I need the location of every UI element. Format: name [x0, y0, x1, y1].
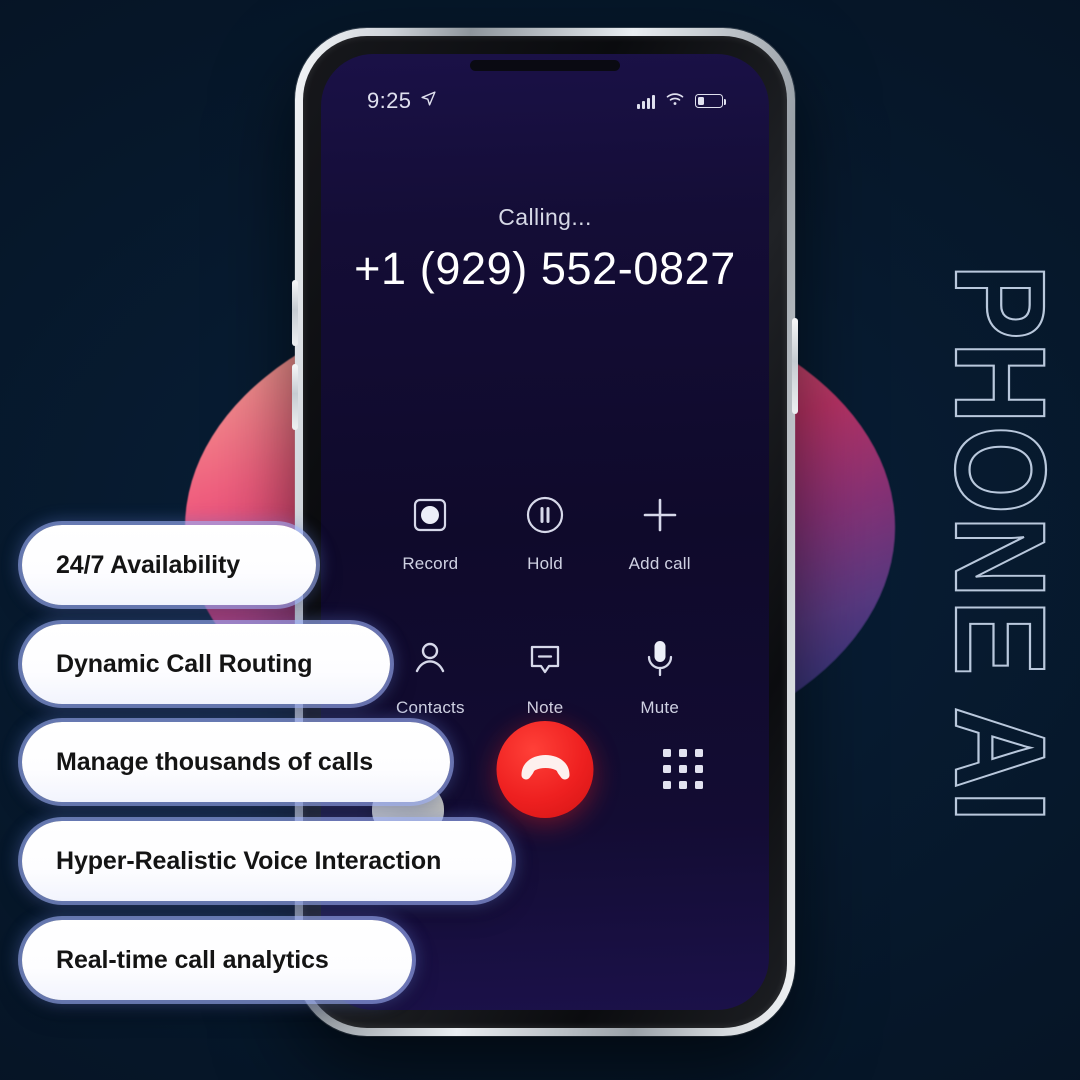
microphone-icon: [640, 636, 680, 682]
call-status-label: Calling...: [498, 204, 592, 230]
action-add-call[interactable]: Add call: [602, 492, 717, 574]
call-actions-row-2: Contacts Note Mute: [373, 636, 717, 718]
record-icon: [410, 492, 450, 538]
status-bar: 9:25: [321, 86, 769, 116]
keypad-dot: [663, 781, 671, 789]
feature-pill-label: Hyper-Realistic Voice Interaction: [56, 846, 442, 875]
volume-down-button[interactable]: [292, 364, 298, 430]
action-contacts[interactable]: Contacts: [373, 636, 488, 718]
location-arrow-icon: [420, 90, 437, 112]
feature-pill[interactable]: Real-time call analytics: [22, 920, 412, 1000]
volume-up-button[interactable]: [292, 280, 298, 346]
brand-wordmark: PHONE AI: [908, 250, 1058, 836]
keypad-dot: [663, 765, 671, 773]
call-actions-row-1: Record Hold Add call: [373, 492, 717, 574]
keypad-dot: [695, 781, 703, 789]
keypad-dot: [695, 749, 703, 757]
keypad-dot: [663, 749, 671, 757]
action-hold-label: Hold: [527, 554, 563, 573]
action-mute-label: Mute: [640, 698, 679, 717]
power-button[interactable]: [792, 318, 798, 414]
keypad-dot: [679, 749, 687, 757]
action-mute[interactable]: Mute: [602, 636, 717, 718]
action-add-call-label: Add call: [628, 554, 691, 573]
action-note[interactable]: Note: [488, 636, 603, 718]
status-bar-right: [637, 92, 727, 111]
status-bar-left: 9:25: [367, 88, 437, 114]
action-note-label: Note: [526, 698, 564, 717]
battery-low-icon: [695, 94, 727, 108]
status-time: 9:25: [367, 88, 412, 113]
end-call-button[interactable]: [496, 720, 594, 818]
keypad-dot: [679, 765, 687, 773]
keypad-dot: [695, 765, 703, 773]
call-phone-number: +1 (929) 552-0827: [354, 243, 736, 294]
feature-pill-label: Manage thousands of calls: [56, 747, 374, 776]
brand-wordmark-text: PHONE AI: [928, 264, 1058, 824]
keypad-dot: [679, 781, 687, 789]
feature-pill-label: 24/7 Availability: [56, 550, 241, 579]
feature-pill[interactable]: Manage thousands of calls: [22, 722, 450, 802]
action-contacts-label: Contacts: [395, 698, 465, 717]
feature-pill[interactable]: Hyper-Realistic Voice Interaction: [22, 821, 512, 901]
action-record-label: Record: [402, 554, 459, 573]
feature-pill[interactable]: Dynamic Call Routing: [22, 624, 390, 704]
call-header: Calling... +1 (929) 552-0827: [321, 204, 769, 295]
earpiece-speaker: [470, 60, 620, 71]
call-actions-grid: Record Hold Add call Contacts Note Mute: [373, 492, 717, 718]
end-call-handset-icon: [516, 750, 574, 789]
note-bubble-icon: [524, 636, 566, 682]
feature-pill[interactable]: 24/7 Availability: [22, 525, 316, 605]
promo-graphic: 9:25 Calling... +1 (929) 552-0827 Record…: [0, 0, 1080, 1080]
feature-pill-label: Real-time call analytics: [56, 945, 329, 974]
action-record[interactable]: Record: [373, 492, 488, 574]
keypad-button[interactable]: [663, 749, 703, 789]
pause-circle-icon: [523, 492, 567, 538]
feature-pill-label: Dynamic Call Routing: [56, 649, 313, 678]
action-hold[interactable]: Hold: [488, 492, 603, 574]
plus-icon: [638, 492, 682, 538]
person-icon: [409, 636, 451, 682]
signal-bars-icon: [637, 94, 655, 109]
wifi-icon: [666, 92, 684, 111]
